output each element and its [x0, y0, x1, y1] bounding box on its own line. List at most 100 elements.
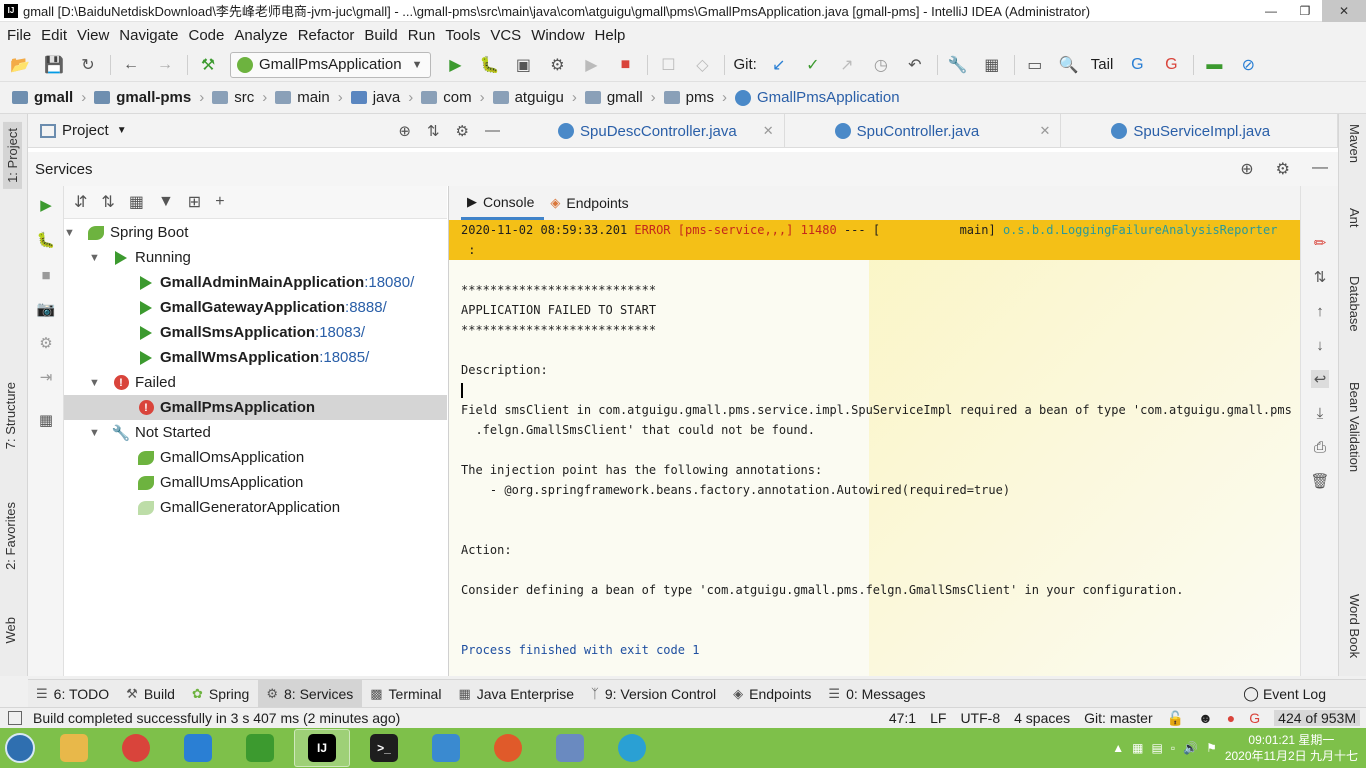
tab-endpoints[interactable]: ◈ Endpoints [544, 186, 638, 220]
forward-icon[interactable]: → [153, 53, 177, 77]
soft-wrap-icon[interactable]: ↩ [1311, 370, 1329, 388]
tree-node-spring-boot[interactable]: ▼ Spring Boot [64, 220, 188, 245]
tray-arrow-icon[interactable]: ▲ [1112, 741, 1124, 755]
menu-window[interactable]: Window [530, 27, 591, 44]
settings-wrench-icon[interactable]: 🔧 [946, 53, 970, 77]
tree-node-not-started[interactable]: ▼ 🔧 Not Started [89, 420, 211, 445]
tail-button[interactable]: Tail [1091, 56, 1114, 73]
layout-icon[interactable]: ▦ [37, 411, 55, 429]
gear-icon[interactable]: ⚙ [456, 122, 469, 140]
hide-icon[interactable]: — [485, 122, 500, 140]
presentation-icon[interactable]: ▭ [1023, 53, 1047, 77]
git-push-icon[interactable]: ↗ [835, 53, 859, 77]
taskbar-app[interactable] [542, 729, 598, 767]
tree-node-service[interactable]: GmallOmsApplication [138, 445, 304, 470]
tab-ant[interactable]: Ant [1347, 208, 1362, 228]
tab-spring[interactable]: ✿ Spring [184, 680, 258, 708]
menu-build[interactable]: Build [363, 27, 404, 44]
editor-tab[interactable]: SpuServiceImpl.java [1061, 114, 1338, 148]
breadcrumb-item[interactable]: pms › [663, 89, 735, 106]
menu-tools[interactable]: Tools [444, 27, 487, 44]
port-link[interactable]: :8888/ [345, 299, 387, 316]
google-icon[interactable]: G [1249, 710, 1260, 726]
tab-structure[interactable]: 7: Structure [3, 382, 18, 449]
clock[interactable]: 09:01:21 星期一 2020年11月2日 九月十七 [1225, 732, 1358, 764]
run-configuration-select[interactable]: GmallPmsApplication ▼ [230, 51, 432, 78]
tab-build[interactable]: ⚒ Build [118, 680, 184, 708]
close-tab-icon[interactable]: ✕ [763, 123, 774, 139]
activity-monitor-icon[interactable]: ▬ [1202, 53, 1226, 77]
tree-node-service[interactable]: GmallWmsApplication :18085/ [138, 345, 369, 370]
event-log-button[interactable]: ◯ Event Log [1243, 685, 1326, 702]
arrow-down-icon[interactable]: ↓ [1311, 336, 1329, 354]
git-commit-icon[interactable]: ✓ [801, 53, 825, 77]
project-panel-title[interactable]: Project [62, 122, 109, 139]
tree-node-service[interactable]: GmallAdminMainApplication :18080/ [138, 270, 414, 295]
taskbar-chrome[interactable] [108, 729, 164, 767]
clear-icon[interactable]: ✏ [1311, 234, 1329, 252]
attach-icon[interactable]: ☐ [656, 53, 680, 77]
taskbar-intellij[interactable]: IJ [294, 729, 350, 767]
group-by-icon[interactable]: ▦ [129, 192, 144, 212]
git-branch[interactable]: Git: master [1084, 710, 1152, 726]
tree-node-failed[interactable]: ▼ ! Failed [89, 370, 176, 395]
tab-maven[interactable]: Maven [1347, 124, 1362, 163]
breadcrumb-item[interactable]: main › [275, 89, 351, 106]
trash-icon[interactable]: 🗑 [1310, 472, 1329, 490]
error-icon[interactable]: ● [1227, 710, 1235, 726]
locate-icon[interactable]: ⊕ [398, 122, 411, 140]
tab-console[interactable]: ▶ Console [461, 186, 545, 220]
stop-icon[interactable]: ■ [613, 53, 637, 77]
volume-icon[interactable]: 🔊 [1183, 741, 1198, 755]
restore-button[interactable]: ❐ [1288, 0, 1322, 22]
lock-icon[interactable]: 🔓 [1167, 710, 1184, 727]
build-hammer-icon[interactable]: ⚒ [196, 53, 220, 77]
project-structure-icon[interactable]: ▦ [980, 53, 1004, 77]
menu-vcs[interactable]: VCS [489, 27, 528, 44]
arrow-up-icon[interactable]: ↑ [1311, 302, 1329, 320]
add-target-icon[interactable]: ⊕ [1240, 159, 1253, 179]
flag-icon[interactable]: ⚑ [1206, 741, 1217, 755]
ime-icon[interactable]: ▫ [1171, 741, 1175, 755]
run-icon[interactable]: ▶ [37, 196, 55, 214]
print-icon[interactable]: ⎙ [1311, 438, 1329, 456]
expand-all-icon[interactable]: ⇵ [74, 192, 87, 212]
menu-file[interactable]: File [6, 27, 38, 44]
tab-endpoints[interactable]: ◈ Endpoints [725, 680, 820, 708]
tab-services[interactable]: ⚙ 8: Services [258, 679, 363, 708]
translate-replace-icon[interactable]: G [1159, 53, 1183, 77]
status-message[interactable]: Build completed successfully in 3 s 407 … [33, 710, 400, 726]
network-icon[interactable]: ▦ [1132, 741, 1143, 755]
git-update-icon[interactable]: ↙ [767, 53, 791, 77]
taskbar-file-explorer[interactable] [46, 729, 102, 767]
tab-favorites[interactable]: 2: Favorites [3, 502, 18, 570]
taskbar-app[interactable] [418, 729, 474, 767]
history-icon[interactable]: ◷ [869, 53, 893, 77]
tab-project[interactable]: 1: Project [3, 122, 22, 189]
inspector-icon[interactable]: ☻ [1198, 710, 1213, 726]
port-link[interactable]: :18085/ [319, 349, 369, 366]
taskbar-app[interactable] [232, 729, 288, 767]
tree-node-service[interactable]: GmallGeneratorApplication [138, 495, 340, 520]
breadcrumb-item[interactable]: gmall-pms › [94, 89, 212, 106]
collapse-all-icon[interactable]: ⇅ [101, 192, 114, 212]
file-encoding[interactable]: UTF-8 [960, 710, 1000, 726]
tree-node-running[interactable]: ▼ Running [89, 245, 191, 270]
chevron-down-icon[interactable]: ▼ [89, 427, 103, 439]
open-folder-icon[interactable]: 📂 [8, 53, 32, 77]
breadcrumb-item[interactable]: gmall › [12, 89, 94, 106]
tab-bean-validation[interactable]: Bean Validation [1347, 382, 1362, 472]
close-window-button[interactable]: ✕ [1322, 0, 1366, 22]
tab-messages[interactable]: ☰ 0: Messages [820, 680, 934, 708]
login-icon[interactable]: ⇥ [37, 368, 55, 386]
debug-icon[interactable]: 🐛 [477, 53, 501, 77]
menu-edit[interactable]: Edit [40, 27, 74, 44]
memory-indicator[interactable]: 424 of 953M [1274, 710, 1360, 726]
chevron-down-icon[interactable]: ▼ [89, 377, 103, 389]
line-separator[interactable]: LF [930, 710, 946, 726]
tab-version-control[interactable]: ᛉ 9: Version Control [583, 680, 725, 708]
scroll-to-end-icon[interactable]: ⤓ [1311, 404, 1329, 422]
run-icon[interactable]: ▶ [443, 53, 467, 77]
tab-todo[interactable]: ☰ 6: TODO [28, 680, 118, 708]
close-tab-icon[interactable]: ✕ [1039, 123, 1050, 139]
